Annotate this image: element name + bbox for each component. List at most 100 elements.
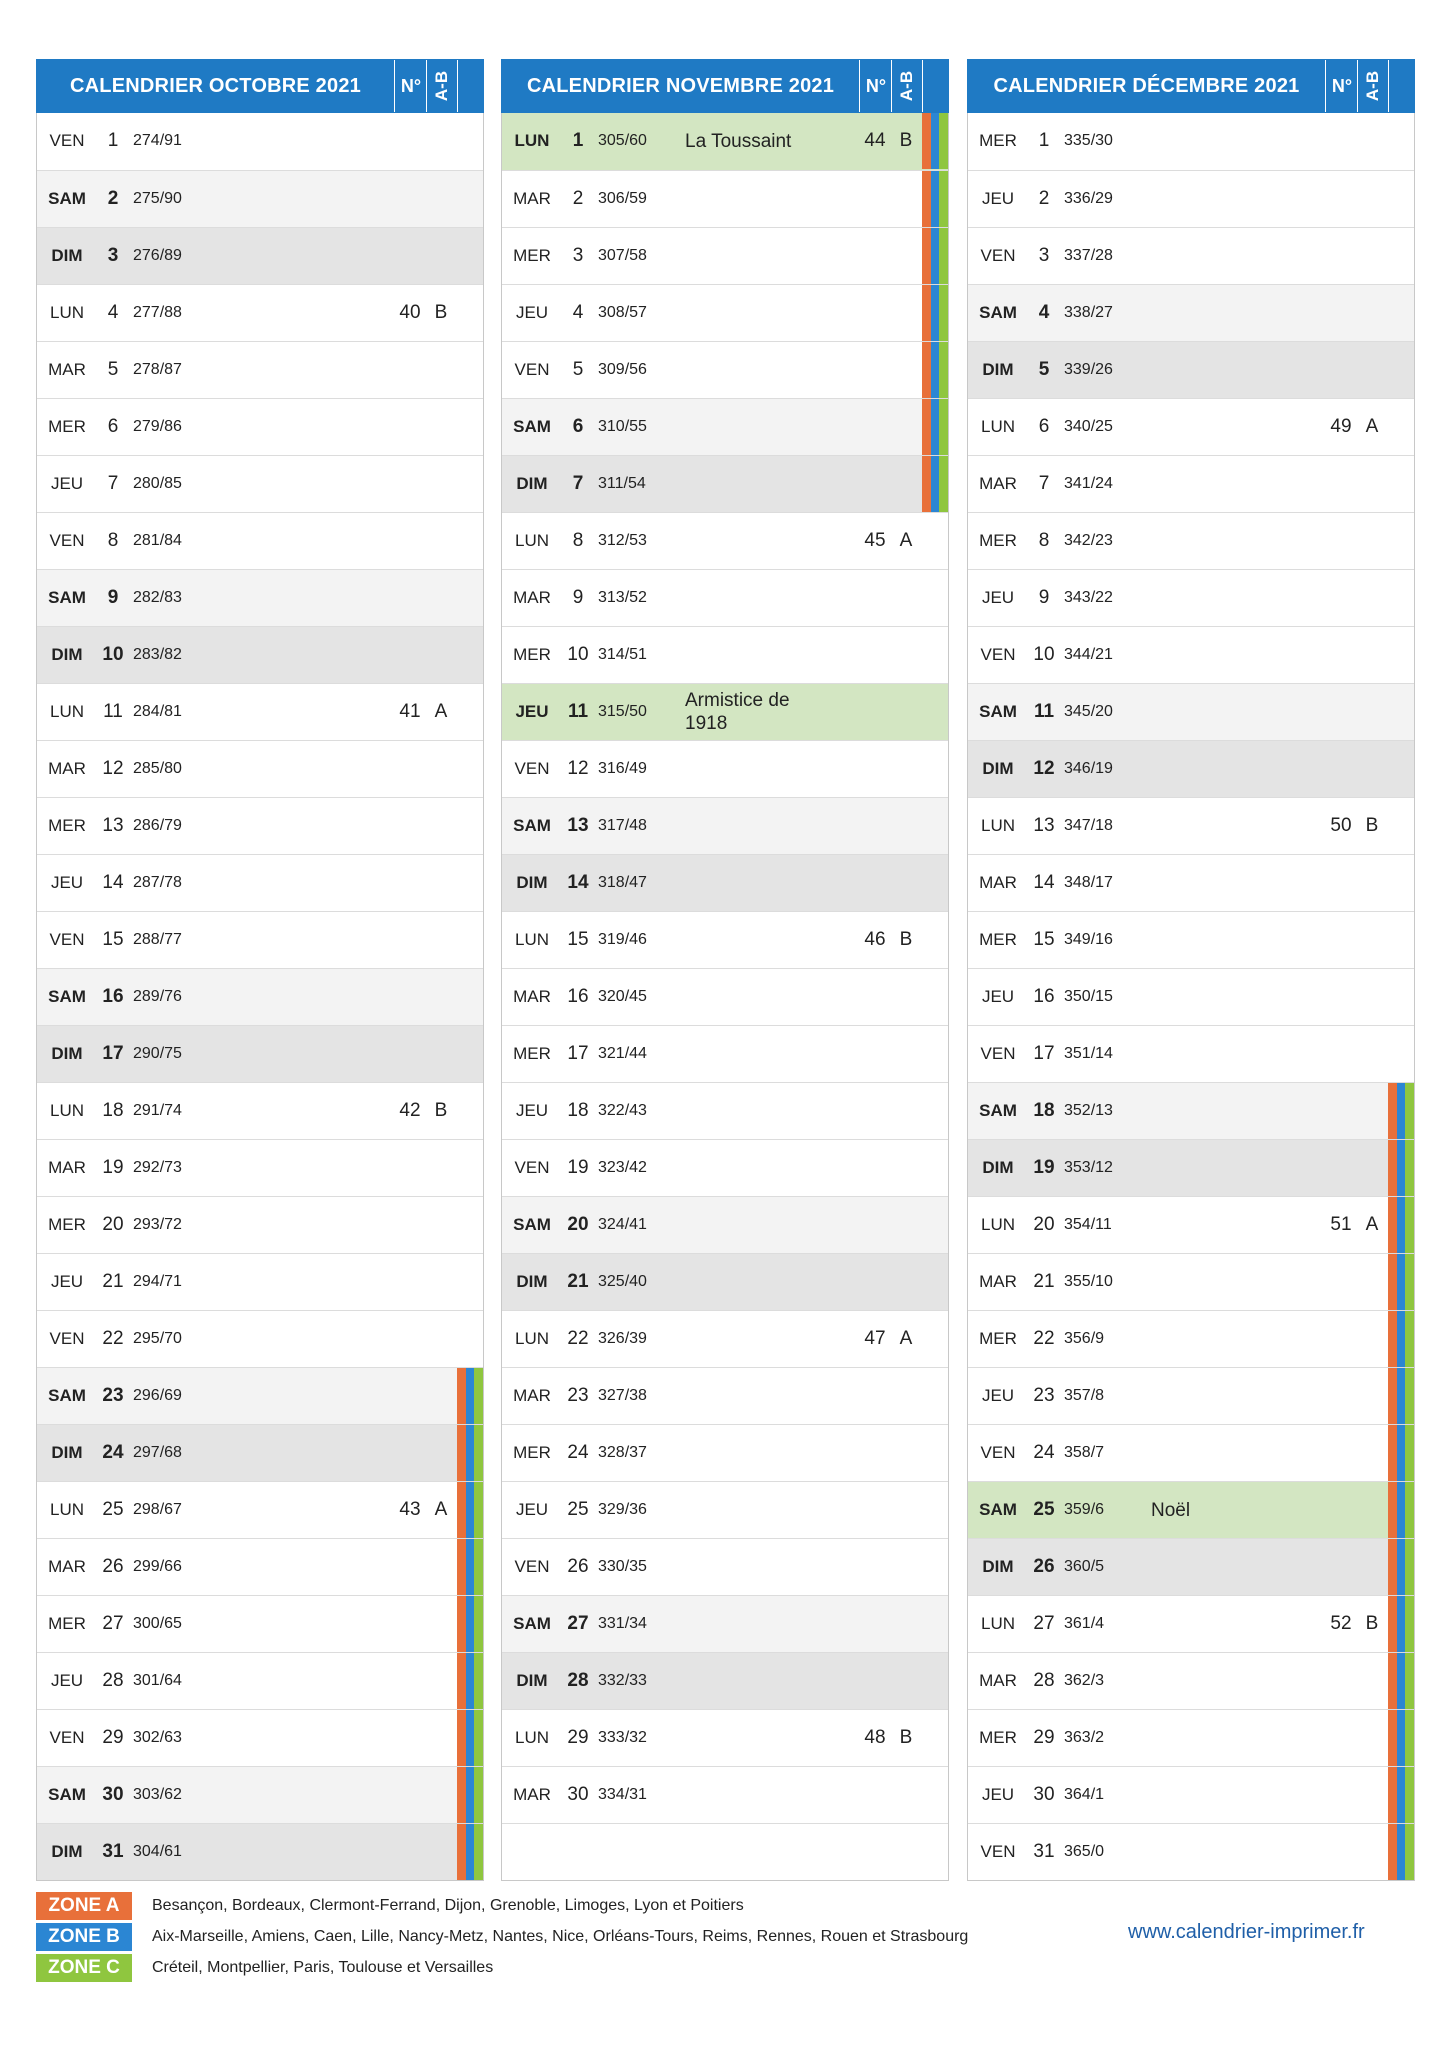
day-of-year: 313/52	[598, 589, 647, 606]
day-name: VEN	[514, 1158, 550, 1177]
zone-a-stripe	[457, 1824, 466, 1880]
school-holiday-zones	[1388, 1311, 1415, 1367]
day-of-year: 316/49	[598, 760, 647, 777]
month-days: VEN 1 274/91 SAM 2 275/90 DIM 3 276/89 LUN 4 277/88…	[36, 113, 484, 1881]
day-number: 18	[567, 1100, 589, 1121]
week-number: 45	[864, 530, 886, 551]
day-row: MAR 21 355/10	[968, 1253, 1415, 1310]
day-number: 29	[567, 1727, 589, 1748]
week-number-header: N°	[859, 60, 892, 112]
calendar-november: CALENDRIER NOVEMBRE 2021 N° A-B LUN 1 305/…	[501, 59, 949, 1881]
day-name: LUN	[49, 1500, 84, 1519]
zone-c-stripe	[1405, 1824, 1415, 1880]
day-row: MER 8 342/23	[968, 512, 1414, 569]
day-number: 28	[1033, 1670, 1055, 1691]
day-number: 11	[103, 701, 123, 722]
day-name: MAR	[979, 873, 1017, 892]
zone-b-stripe	[465, 1368, 475, 1424]
day-row: MER 20 293/72	[37, 1196, 483, 1253]
day-of-year: 345/20	[1064, 703, 1113, 720]
zone-b-stripe	[465, 1653, 475, 1709]
day-of-year: 359/6	[1064, 1501, 1105, 1518]
zone-a-stripe	[922, 228, 931, 284]
website-link[interactable]: www.calendrier-imprimer.fr	[1128, 1921, 1365, 1944]
ab-week-header: A-B	[426, 60, 458, 112]
day-number: 30	[567, 1784, 589, 1805]
zone-c-stripe	[1405, 1653, 1415, 1709]
day-number: 9	[572, 587, 584, 608]
day-of-year: 332/33	[598, 1672, 647, 1689]
day-name: DIM	[982, 1557, 1014, 1576]
day-of-year: 297/68	[133, 1444, 182, 1461]
day-row: DIM 24 297/68	[37, 1424, 484, 1481]
day-name: LUN	[980, 816, 1015, 835]
zone-c-stripe	[1405, 1710, 1415, 1766]
day-name: LUN	[49, 1101, 84, 1120]
school-holiday-zones	[457, 1539, 484, 1595]
day-row: JEU 9 343/22	[968, 569, 1414, 626]
zone-b-stripe	[930, 342, 940, 398]
zone-a-stripe	[457, 1767, 466, 1823]
day-row: MER 10 314/51	[502, 626, 948, 683]
zone-c-stripe	[474, 1596, 484, 1652]
day-number: 6	[572, 416, 584, 437]
school-holiday-zones	[457, 1767, 484, 1823]
day-row: JEU 18 322/43	[502, 1082, 948, 1139]
day-row: VEN 12 316/49	[502, 740, 948, 797]
day-of-year: 330/35	[598, 1558, 647, 1575]
day-number: 15	[567, 929, 589, 950]
day-row: MER 3 307/58	[502, 227, 949, 284]
day-of-year: 309/56	[598, 361, 647, 378]
day-of-year: 282/83	[133, 589, 182, 606]
day-row: MAR 9 313/52	[502, 569, 948, 626]
day-number: 23	[102, 1385, 124, 1406]
zone-a-stripe	[1388, 1140, 1397, 1196]
day-of-year: 289/76	[133, 988, 182, 1005]
day-of-year: 334/31	[598, 1786, 647, 1803]
zone-b-stripe	[1396, 1140, 1406, 1196]
day-number: 2	[1038, 188, 1050, 209]
zone-c-cities: Créteil, Montpellier, Paris, Toulouse et…	[152, 1959, 494, 1976]
day-name: LUN	[980, 417, 1015, 436]
day-row: MER 17 321/44	[502, 1025, 948, 1082]
day-number: 5	[107, 359, 119, 380]
ab-week: A	[434, 701, 448, 722]
day-number: 26	[567, 1556, 589, 1577]
day-row: LUN 15 319/46 46 B	[502, 911, 948, 968]
day-number: 11	[1033, 701, 1055, 722]
school-holiday-zones	[922, 456, 949, 512]
day-row: SAM 4 338/27	[968, 284, 1414, 341]
day-name: VEN	[980, 1443, 1016, 1462]
month-days: MER 1 335/30 JEU 2 336/29 VEN 3 337/28 SAM 4 338/27…	[967, 113, 1415, 1881]
day-name: SAM	[513, 1215, 551, 1234]
school-holiday-zones	[1388, 1368, 1415, 1424]
day-row: JEU 23 357/8	[968, 1367, 1415, 1424]
school-holiday-zones	[1388, 1482, 1415, 1538]
day-number: 8	[107, 530, 119, 551]
day-of-year: 322/43	[598, 1102, 647, 1119]
day-row: MER 24 328/37	[502, 1424, 948, 1481]
day-of-year: 278/87	[133, 361, 182, 378]
day-of-year: 277/88	[133, 304, 182, 321]
zone-c-stripe	[1405, 1083, 1415, 1139]
month-title: CALENDRIER NOVEMBRE 2021	[526, 75, 835, 97]
zone-b-stripe	[465, 1539, 475, 1595]
day-name: DIM	[982, 759, 1014, 778]
day-name: MAR	[513, 1785, 551, 1804]
day-of-year: 288/77	[133, 931, 182, 948]
zone-c-stripe	[474, 1425, 484, 1481]
day-name: SAM	[979, 1500, 1017, 1519]
week-number-header: N°	[1325, 60, 1358, 112]
day-of-year: 323/42	[598, 1159, 647, 1176]
day-number: 1	[572, 130, 584, 151]
week-number: 41	[399, 701, 421, 722]
day-of-year: 300/65	[133, 1615, 182, 1632]
day-of-year: 305/60	[598, 132, 647, 149]
day-number: 3	[572, 245, 584, 266]
zone-a-stripe	[1388, 1311, 1397, 1367]
zone-c-stripe	[1405, 1539, 1415, 1595]
day-name: MAR	[48, 1557, 86, 1576]
zone-c-stripe	[939, 285, 949, 341]
day-of-year: 286/79	[133, 817, 182, 834]
day-number: 30	[1033, 1784, 1055, 1805]
